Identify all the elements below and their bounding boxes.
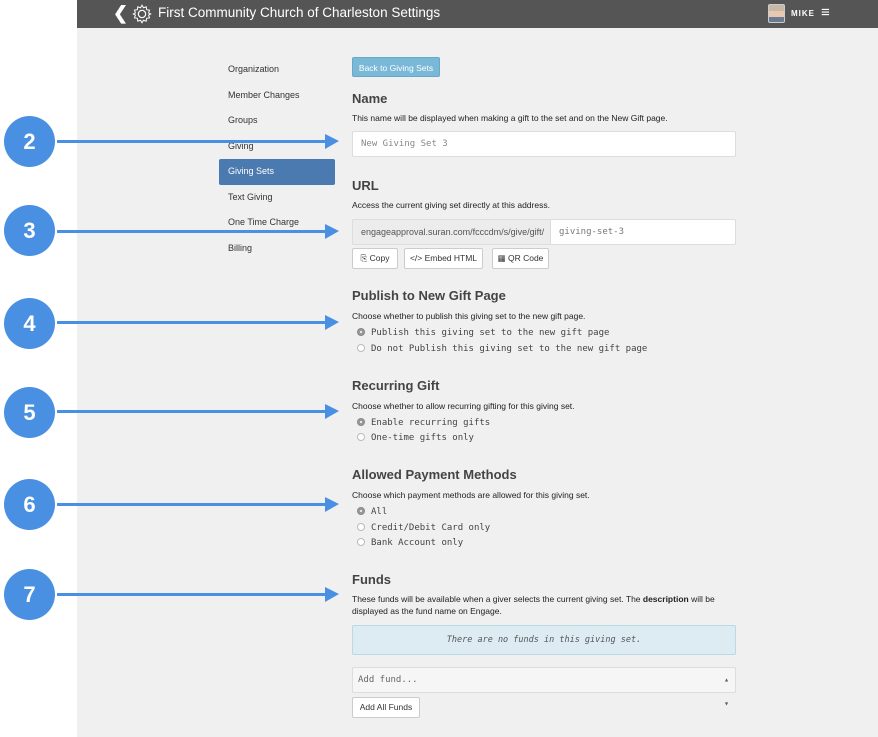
recurring-option-enable[interactable]: Enable recurring gifts bbox=[357, 418, 490, 428]
radio-icon[interactable] bbox=[357, 344, 365, 352]
radio-selected-icon[interactable] bbox=[357, 418, 365, 426]
payment-option-card[interactable]: Credit/Debit Card only bbox=[357, 523, 490, 533]
recurring-option-one-time[interactable]: One-time gifts only bbox=[357, 433, 474, 443]
user-name[interactable]: MIKE bbox=[791, 9, 815, 18]
copy-button[interactable]: ⎘ Copy bbox=[352, 248, 398, 269]
sidebar-item-text-giving[interactable]: Text Giving bbox=[219, 185, 335, 211]
sidebar-item-giving-sets[interactable]: Giving Sets bbox=[219, 159, 335, 185]
payment-option-all[interactable]: All bbox=[357, 507, 387, 517]
callout-badge-4: 4 bbox=[4, 298, 55, 349]
payment-heading: Allowed Payment Methods bbox=[352, 467, 517, 482]
recurring-heading: Recurring Gift bbox=[352, 378, 440, 393]
sidebar-item-organization[interactable]: Organization bbox=[219, 57, 335, 83]
top-bar: ❮ First Community Church of Charleston S… bbox=[77, 0, 878, 28]
sidebar-item-billing[interactable]: Billing bbox=[219, 236, 335, 262]
callout-arrow-5 bbox=[57, 404, 339, 419]
publish-description: Choose whether to publish this giving se… bbox=[352, 311, 586, 321]
sidebar-item-groups[interactable]: Groups bbox=[219, 108, 335, 134]
url-heading: URL bbox=[352, 178, 379, 193]
payment-option-bank[interactable]: Bank Account only bbox=[357, 538, 463, 548]
funds-empty-message: There are no funds in this giving set. bbox=[352, 625, 736, 655]
page: ❮ First Community Church of Charleston S… bbox=[0, 0, 878, 737]
callout-badge-2: 2 bbox=[4, 116, 55, 167]
gear-icon[interactable] bbox=[131, 3, 153, 25]
payment-description: Choose which payment methods are allowed… bbox=[352, 490, 590, 500]
add-all-funds-button[interactable]: Add All Funds bbox=[352, 697, 420, 718]
radio-icon[interactable] bbox=[357, 523, 365, 531]
publish-option-no[interactable]: Do not Publish this giving set to the ne… bbox=[357, 344, 647, 354]
callout-arrow-7 bbox=[57, 587, 339, 602]
funds-heading: Funds bbox=[352, 572, 391, 587]
hamburger-menu-icon[interactable]: ≡ bbox=[821, 4, 830, 22]
publish-heading: Publish to New Gift Page bbox=[352, 288, 506, 303]
callout-badge-6: 6 bbox=[4, 479, 55, 530]
radio-icon[interactable] bbox=[357, 433, 365, 441]
back-to-giving-sets-button[interactable]: Back to Giving Sets bbox=[352, 57, 440, 77]
radio-selected-icon[interactable] bbox=[357, 507, 365, 515]
radio-icon[interactable] bbox=[357, 538, 365, 546]
callout-arrow-6 bbox=[57, 497, 339, 512]
callout-arrow-2 bbox=[57, 134, 339, 149]
name-description: This name will be displayed when making … bbox=[352, 113, 668, 123]
back-chevron-icon[interactable]: ❮ bbox=[113, 4, 128, 22]
select-caret-icon: ▴ ▾ bbox=[724, 675, 729, 708]
callout-badge-7: 7 bbox=[4, 569, 55, 620]
funds-description: These funds will be available when a giv… bbox=[352, 594, 715, 616]
url-slug-input[interactable]: giving-set-3 bbox=[550, 219, 736, 245]
name-input[interactable]: New Giving Set 3 bbox=[352, 131, 736, 157]
name-heading: Name bbox=[352, 91, 388, 106]
callout-badge-5: 5 bbox=[4, 387, 55, 438]
callout-badge-3: 3 bbox=[4, 205, 55, 256]
url-prefix: engageapproval.suran.com/fcccdm/s/give/g… bbox=[352, 219, 550, 245]
radio-selected-icon[interactable] bbox=[357, 328, 365, 336]
publish-option-yes[interactable]: Publish this giving set to the new gift … bbox=[357, 328, 609, 338]
add-fund-select[interactable]: Add fund... ▴ ▾ bbox=[352, 667, 736, 708]
recurring-description: Choose whether to allow recurring giftin… bbox=[352, 401, 575, 411]
sidebar-item-member-changes[interactable]: Member Changes bbox=[219, 83, 335, 109]
qr-code-button[interactable]: ▦ QR Code bbox=[492, 248, 549, 269]
callout-arrow-3 bbox=[57, 224, 339, 239]
sidebar-item-giving[interactable]: Giving bbox=[219, 134, 335, 160]
page-title: First Community Church of Charleston Set… bbox=[158, 5, 441, 20]
url-description: Access the current giving set directly a… bbox=[352, 200, 550, 210]
callout-arrow-4 bbox=[57, 315, 339, 330]
avatar[interactable] bbox=[768, 4, 785, 23]
embed-html-button[interactable]: </> Embed HTML bbox=[404, 248, 483, 269]
